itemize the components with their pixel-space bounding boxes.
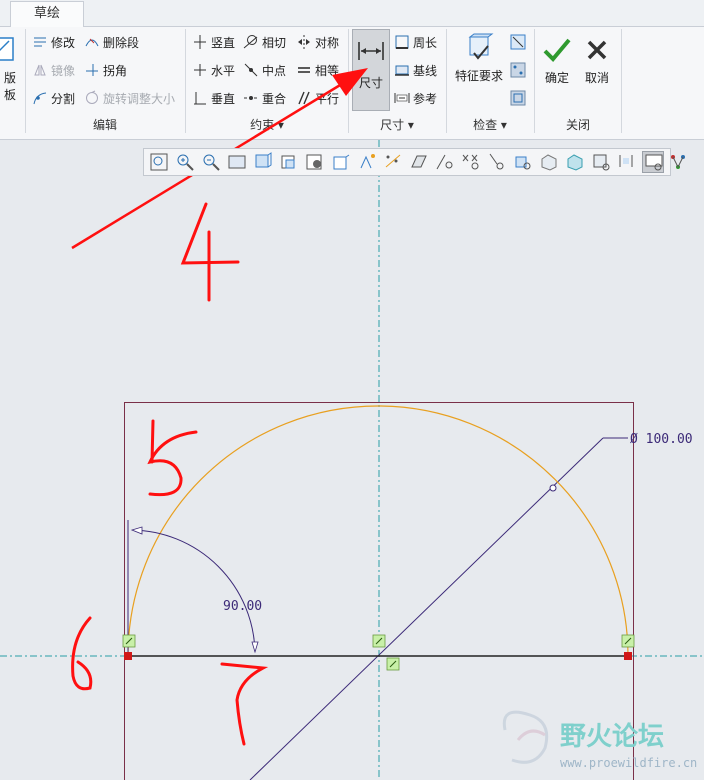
angle-arrow-top-icon bbox=[130, 526, 143, 535]
annotation-display-icon[interactable] bbox=[382, 151, 404, 173]
annotation-number-5 bbox=[147, 419, 198, 497]
constraint-display-icon[interactable] bbox=[460, 151, 482, 173]
angle-dimension-label[interactable]: 90.00 bbox=[223, 599, 262, 614]
angle-dimension-arc[interactable] bbox=[131, 529, 256, 653]
constraint-tag-left[interactable] bbox=[122, 634, 136, 648]
angle-arrow-bottom-icon bbox=[251, 641, 259, 654]
annotation-number-6 bbox=[71, 616, 93, 691]
grid-display-icon[interactable] bbox=[486, 151, 508, 173]
sketch-view-icon[interactable] bbox=[408, 151, 430, 173]
watermark-title: 野火论坛 bbox=[560, 722, 664, 752]
display-style-icon[interactable] bbox=[252, 151, 274, 173]
sketch-canvas[interactable]: Ø 100.00 90.00 野火论坛 www.proewildfire.cn bbox=[0, 0, 704, 780]
diameter-arrow-point bbox=[549, 484, 557, 492]
refit-icon[interactable] bbox=[148, 151, 170, 173]
zoom-in-icon[interactable] bbox=[174, 151, 196, 173]
constraint-tag-center[interactable] bbox=[372, 634, 386, 648]
overlapping-icon[interactable] bbox=[564, 151, 586, 173]
view-manager-icon[interactable] bbox=[304, 151, 326, 173]
repaint-icon[interactable] bbox=[226, 151, 248, 173]
left-vertex[interactable] bbox=[124, 652, 132, 660]
perspective-icon[interactable] bbox=[330, 151, 352, 173]
solid-icon[interactable] bbox=[590, 151, 612, 173]
watermark-logo bbox=[502, 710, 549, 764]
dim-display-icon[interactable] bbox=[434, 151, 456, 173]
diameter-dimension-label[interactable]: Ø 100.00 bbox=[630, 432, 693, 447]
semicircle-arc[interactable] bbox=[127, 405, 629, 657]
annotation-number-4 bbox=[180, 202, 240, 302]
annotation-arrow-head-icon bbox=[332, 68, 368, 96]
saved-orientations-icon[interactable] bbox=[278, 151, 300, 173]
watermark-url: www.proewildfire.cn bbox=[560, 756, 697, 770]
spin-center-icon[interactable] bbox=[356, 151, 378, 173]
diagnostics-icon[interactable] bbox=[668, 151, 690, 173]
zoom-out-icon[interactable] bbox=[200, 151, 222, 173]
dimension-lock-icon[interactable] bbox=[616, 151, 638, 173]
vertex-display-icon[interactable] bbox=[512, 151, 534, 173]
annotation-number-7 bbox=[220, 662, 269, 746]
sketcher-display-icon[interactable] bbox=[642, 151, 664, 173]
shade-closed-icon[interactable] bbox=[538, 151, 560, 173]
constraint-tag-right[interactable] bbox=[621, 634, 635, 648]
right-vertex[interactable] bbox=[624, 652, 632, 660]
constraint-tag-center-lower[interactable] bbox=[386, 657, 400, 671]
graphics-toolbar bbox=[143, 148, 685, 176]
